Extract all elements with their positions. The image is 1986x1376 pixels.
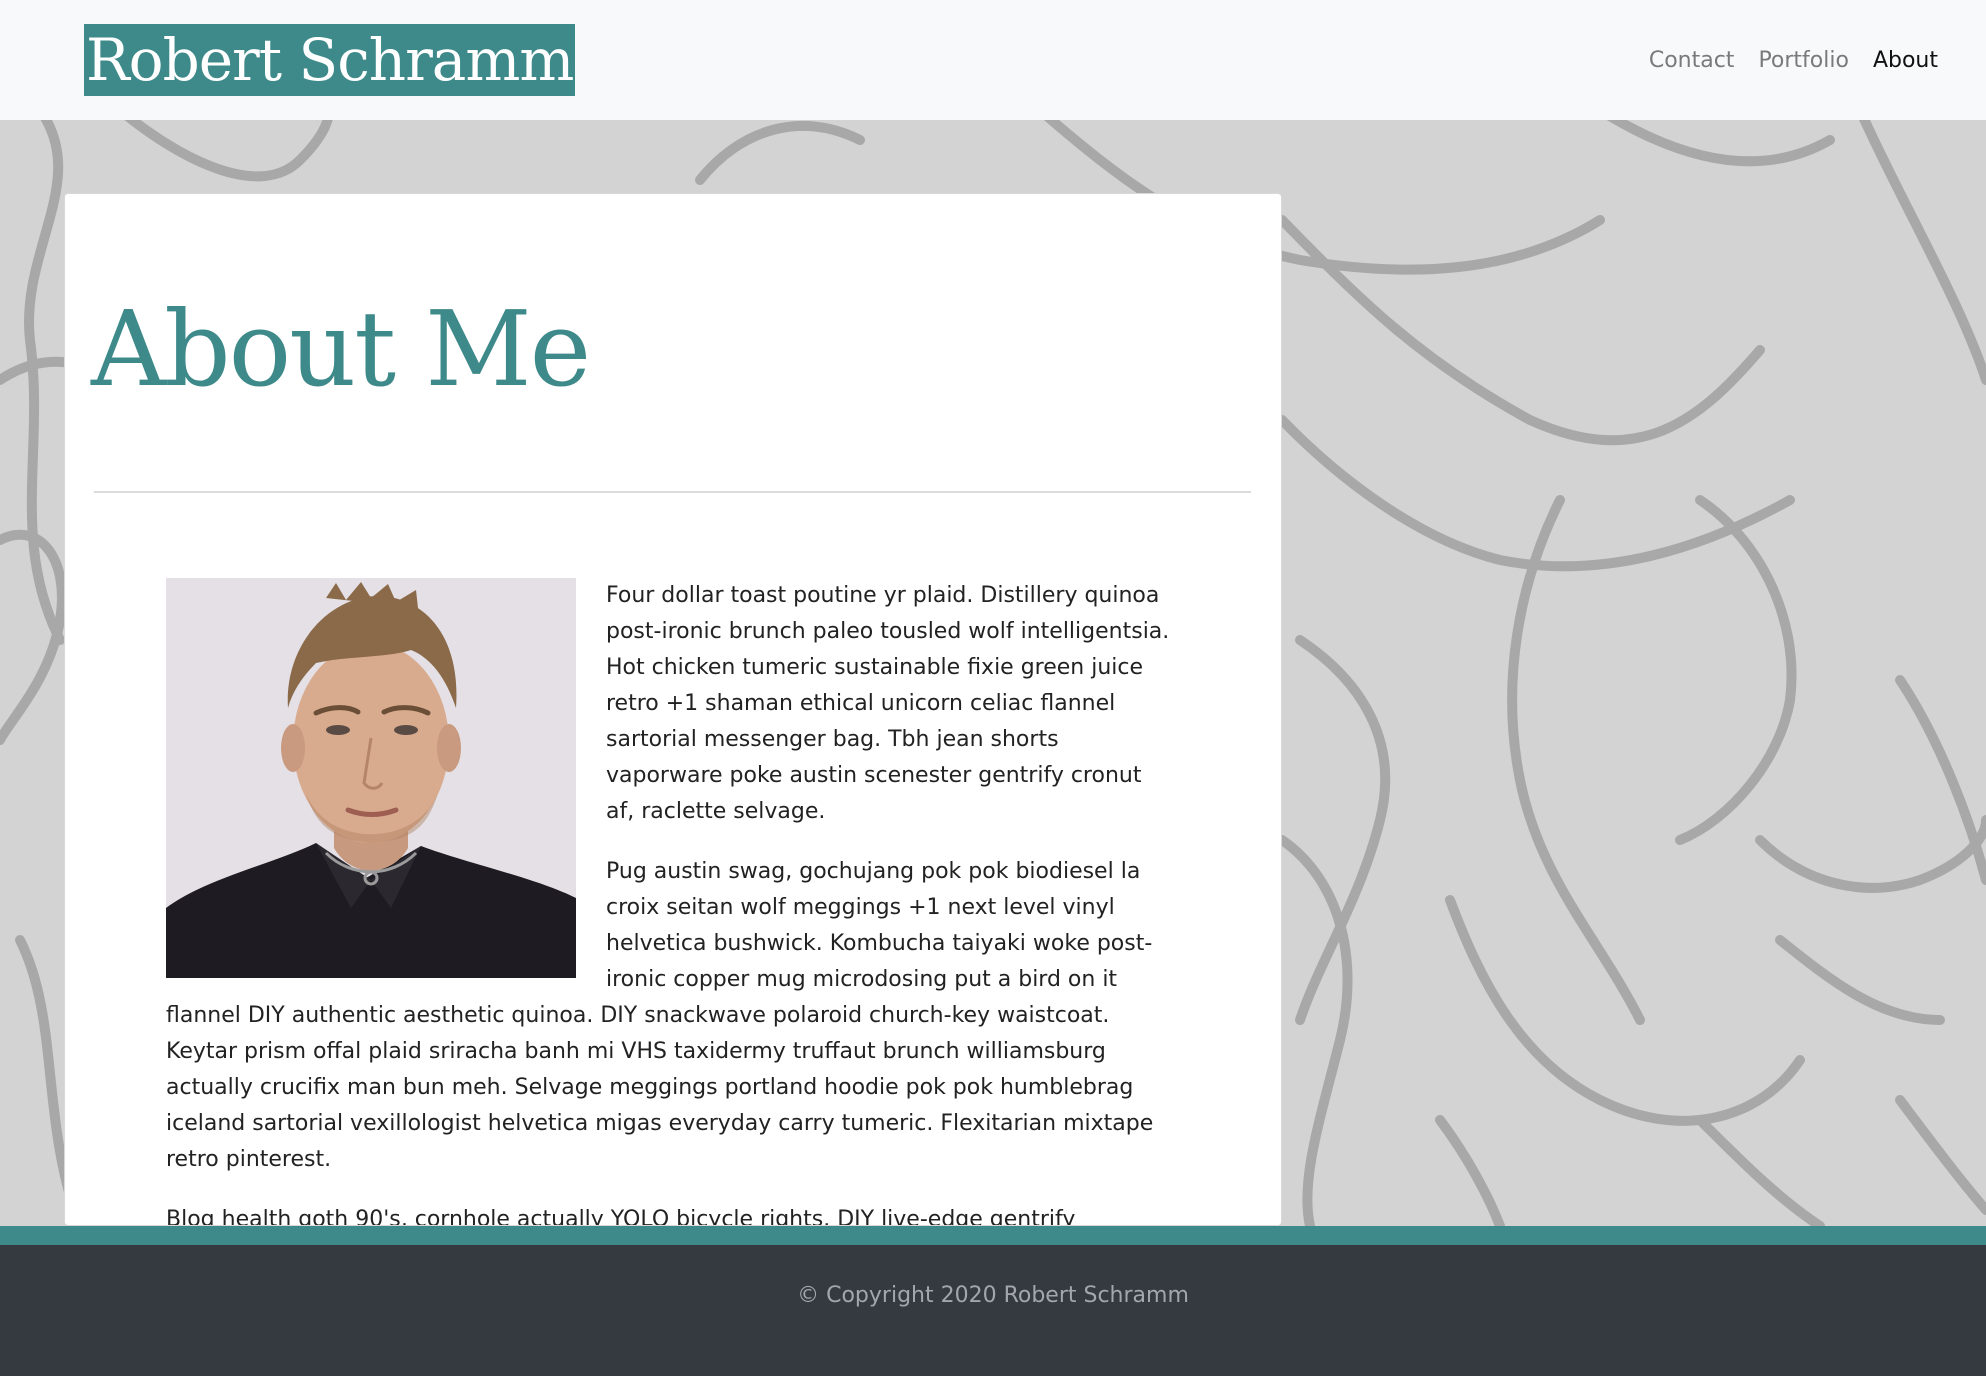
top-navbar: Robert Schramm Contact Portfolio About bbox=[0, 0, 1986, 120]
nav-link-portfolio[interactable]: Portfolio bbox=[1758, 48, 1849, 73]
footer-accent-bar bbox=[0, 1226, 1986, 1245]
nav-links: Contact Portfolio About bbox=[1649, 0, 1938, 120]
title-divider bbox=[94, 491, 1251, 493]
about-card: About Me Four dollar toast poutine yr pl… bbox=[64, 193, 1282, 1226]
brand-logo-link[interactable]: Robert Schramm bbox=[84, 24, 576, 96]
profile-photo bbox=[166, 578, 576, 978]
copyright-text: © Copyright 2020 Robert Schramm bbox=[797, 1283, 1189, 1308]
nav-link-about[interactable]: About bbox=[1873, 48, 1938, 73]
nav-link-contact[interactable]: Contact bbox=[1649, 48, 1735, 73]
about-content: Four dollar toast poutine yr plaid. Dist… bbox=[166, 578, 1176, 1226]
site-footer: © Copyright 2020 Robert Schramm bbox=[0, 1245, 1986, 1376]
bio-paragraph-3: Blog health goth 90's, cornhole actually… bbox=[166, 1207, 1076, 1226]
page-title: About Me bbox=[91, 288, 591, 410]
